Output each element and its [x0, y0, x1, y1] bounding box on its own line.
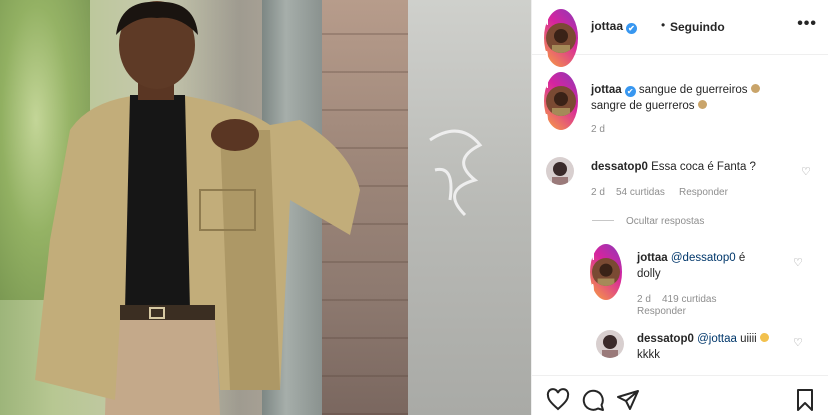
- mention-link[interactable]: @dessatop0: [671, 252, 736, 264]
- commenter-avatar[interactable]: [546, 157, 574, 185]
- bookmark-icon[interactable]: [793, 388, 817, 412]
- divider-line: [592, 220, 614, 221]
- hide-replies-button[interactable]: Ocultar respostas: [592, 216, 704, 227]
- following-button[interactable]: Seguindo: [670, 20, 725, 34]
- emoji-icon: [759, 333, 769, 342]
- verified-icon: ✔: [624, 86, 636, 97]
- comment-likes[interactable]: 54 curtidas: [616, 187, 665, 198]
- comment-icon[interactable]: [581, 388, 605, 412]
- author-username[interactable]: jottaa ✔: [591, 19, 638, 34]
- reply-text: jottaa @dessatop0 é dolly: [637, 252, 746, 280]
- comment-item: dessatop0 Essa coca é Fanta ? 2 d 54 cur…: [544, 155, 819, 205]
- caption-text: jottaa ✔ sangue de guerreiros sangre de g…: [591, 82, 811, 114]
- reply-item: dessatop0 @jottaa uiiii kkkk ♡: [594, 328, 815, 368]
- post-photo[interactable]: [0, 0, 531, 415]
- reply-likes[interactable]: 419 curtidas: [662, 294, 716, 305]
- reply-avatar[interactable]: [596, 330, 624, 358]
- post-actions: [532, 375, 828, 415]
- reply-username[interactable]: dessatop0: [637, 333, 694, 345]
- share-icon[interactable]: [616, 388, 640, 412]
- more-options-icon[interactable]: •••: [797, 15, 817, 33]
- reply-button[interactable]: Responder: [679, 187, 728, 198]
- emoji-icon: [750, 84, 760, 93]
- caption-time[interactable]: 2 d: [591, 124, 605, 135]
- reply-heart-icon[interactable]: ♡: [793, 256, 803, 269]
- comment-heart-icon[interactable]: ♡: [801, 165, 811, 178]
- reply-time[interactable]: 2 d: [637, 294, 651, 305]
- post-side-panel: jottaa ✔ • Seguindo ••• jottaa ✔ sangue de…: [531, 0, 828, 415]
- reply-item: jottaa @dessatop0 é dolly 2 d 419 curtid…: [590, 244, 815, 319]
- caption-avatar[interactable]: [544, 72, 578, 130]
- reply-button[interactable]: Responder: [637, 306, 686, 317]
- caption-line-1: sangue de guerreiros: [638, 84, 748, 96]
- comment-username[interactable]: dessatop0: [591, 161, 648, 173]
- person-figure: [35, 1, 360, 415]
- comment-text: dessatop0 Essa coca é Fanta ?: [591, 161, 756, 173]
- reply-username[interactable]: jottaa: [637, 252, 668, 264]
- graffiti-drawing: [429, 129, 483, 217]
- reply-heart-icon[interactable]: ♡: [793, 336, 803, 349]
- verified-icon: ✔: [626, 23, 638, 34]
- mention-link[interactable]: @jottaa: [697, 333, 737, 345]
- heart-icon[interactable]: [546, 388, 570, 412]
- reply-avatar[interactable]: [590, 244, 622, 300]
- author-avatar[interactable]: [544, 9, 578, 67]
- post-header: jottaa ✔ • Seguindo •••: [532, 0, 828, 67]
- caption-username[interactable]: jottaa: [591, 84, 622, 96]
- separator-dot: •: [661, 18, 666, 32]
- emoji-icon: [697, 100, 707, 109]
- comment-time[interactable]: 2 d: [591, 187, 605, 198]
- caption-line-2: sangre de guerreros: [591, 100, 695, 112]
- reply-text: dessatop0 @jottaa uiiii kkkk: [637, 331, 787, 363]
